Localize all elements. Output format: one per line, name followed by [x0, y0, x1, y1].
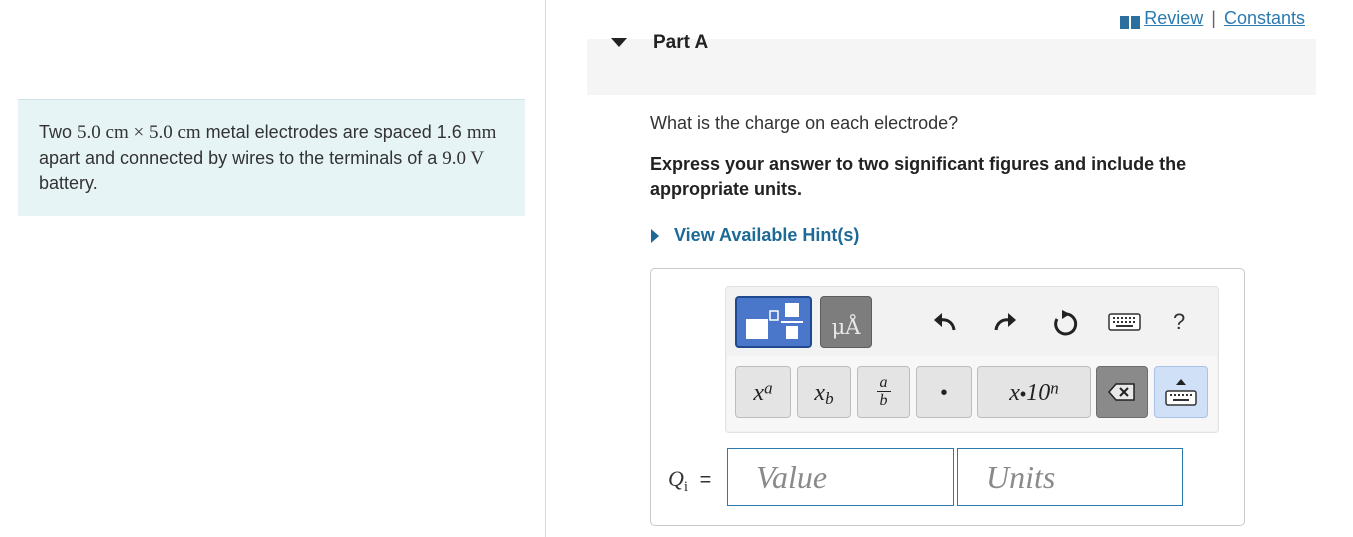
question-text: What is the charge on each electrode?: [650, 113, 959, 133]
sci-base: x: [1009, 380, 1020, 406]
book-icon: [1120, 13, 1141, 29]
answer-label-q: Q: [668, 466, 684, 491]
problem-text: battery.: [39, 173, 98, 193]
scientific-notation-button[interactable]: x•10n: [977, 366, 1091, 418]
fraction-denominator: b: [879, 392, 888, 409]
superscript-base: x: [753, 380, 765, 406]
sci-exponent: n: [1050, 378, 1059, 398]
keyboard-icon[interactable]: [1108, 312, 1142, 342]
superscript-button[interactable]: xa: [735, 366, 791, 418]
templates-button[interactable]: [735, 296, 812, 348]
view-hints-link[interactable]: View Available Hint(s): [651, 225, 859, 246]
superscript-exp: a: [764, 378, 773, 398]
panel-divider: [545, 0, 546, 537]
redo-icon[interactable]: [990, 308, 1020, 338]
backspace-icon: [1108, 383, 1135, 401]
answer-label: Qi =: [668, 466, 711, 496]
multiply-dot-button[interactable]: •: [916, 366, 972, 418]
problem-text: metal electrodes are spaced: [200, 122, 437, 142]
expand-caret-icon: [651, 228, 659, 243]
fraction-numerator: a: [876, 374, 891, 392]
subscript-index: b: [825, 389, 834, 409]
constants-link[interactable]: Constants: [1224, 8, 1305, 29]
fraction-button[interactable]: a b: [857, 366, 910, 418]
collapse-caret-icon[interactable]: [611, 38, 627, 47]
dot-symbol: •: [940, 382, 948, 404]
units-input[interactable]: [957, 448, 1183, 506]
templates-icon: [746, 303, 803, 339]
value-input[interactable]: [727, 448, 954, 506]
delete-button[interactable]: [1096, 366, 1148, 418]
undo-icon[interactable]: [930, 308, 960, 338]
electrode-dimensions: 5.0 cm × 5.0 cm: [77, 122, 201, 143]
answer-label-equals: =: [699, 469, 712, 491]
subscript-button[interactable]: xb: [797, 366, 851, 418]
problem-statement: Two 5.0 cm × 5.0 cm metal electrodes are…: [18, 99, 525, 216]
hint-label: View Available Hint(s): [674, 225, 860, 245]
problem-text: Two: [39, 122, 78, 142]
keyboard-expand-icon: [1165, 379, 1197, 406]
instruction-text: Express your answer to two significant f…: [650, 154, 1187, 199]
top-links: Review | Constants: [1120, 8, 1305, 29]
reset-icon[interactable]: [1050, 308, 1080, 338]
gap-value: 1.6: [436, 122, 467, 142]
gap-unit: mm: [466, 122, 497, 143]
help-button[interactable]: ?: [1173, 309, 1185, 335]
units-button[interactable]: μÅ: [820, 296, 872, 348]
keyboard-toggle-button[interactable]: [1154, 366, 1208, 418]
part-title: Part A: [653, 32, 709, 51]
link-separator: |: [1211, 8, 1216, 28]
sci-ten: 10: [1026, 380, 1051, 406]
battery-voltage: 9.0 V: [442, 147, 485, 169]
subscript-base: x: [814, 380, 826, 406]
answer-label-sub: i: [683, 479, 689, 495]
review-link[interactable]: Review: [1144, 8, 1203, 29]
problem-text: apart and connected by wires to the term…: [39, 147, 443, 168]
